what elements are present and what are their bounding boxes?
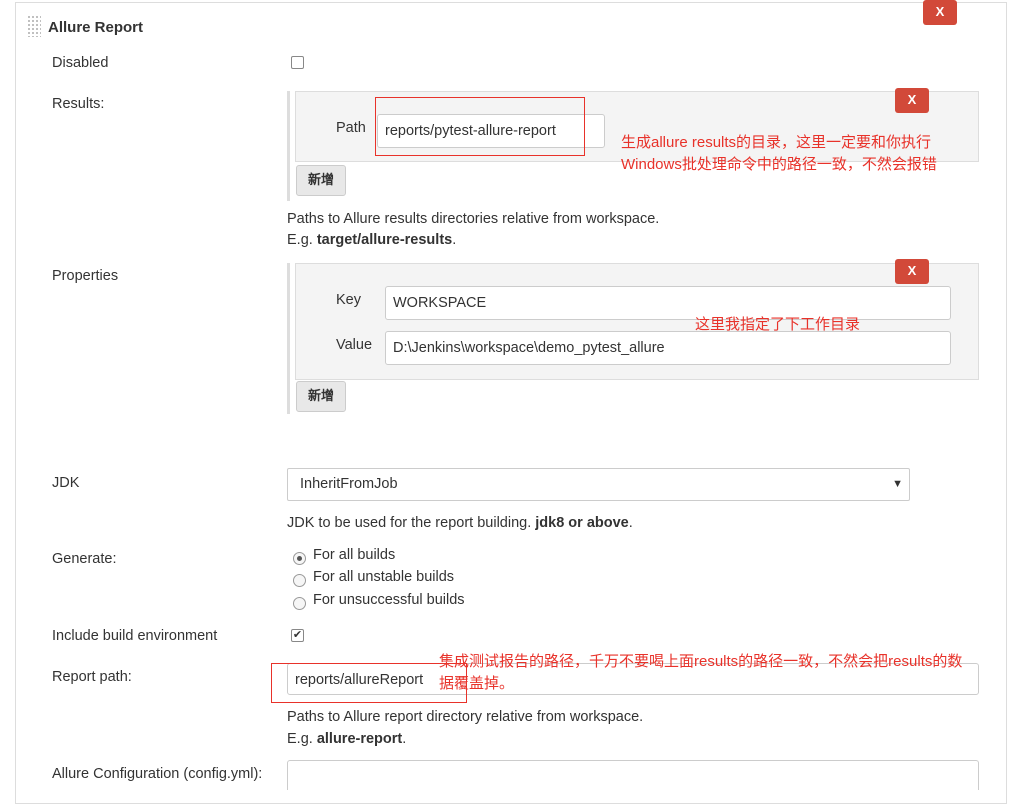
disabled-label: Disabled — [52, 55, 109, 71]
report-path-label: Report path: — [52, 669, 132, 685]
results-label: Results: — [52, 96, 105, 112]
add-property-button[interactable]: 新增 — [296, 381, 346, 412]
delete-section-button[interactable]: X — [923, 0, 957, 25]
properties-label: Properties — [52, 268, 119, 284]
radio-unstable-builds[interactable] — [293, 574, 306, 587]
generate-label: Generate: — [52, 551, 117, 567]
annotation-box-report — [271, 663, 467, 703]
annotation-workspace: 这里我指定了下工作目录 — [695, 316, 861, 333]
annotation-results-line1: 生成allure results的目录，这里一定要和你执行 — [621, 134, 932, 151]
annotation-results-line2: Windows批处理命令中的路径一致，不然会报错 — [621, 156, 937, 173]
disabled-checkbox[interactable] — [291, 56, 304, 69]
property-key-input[interactable]: WORKSPACE — [385, 286, 951, 320]
jdk-select[interactable]: InheritFromJob ▼ — [287, 468, 910, 501]
annotation-report-line2: 据覆盖掉。 — [439, 675, 515, 692]
key-label: Key — [336, 292, 361, 308]
include-env-checkbox[interactable]: ✔ — [291, 629, 304, 642]
include-env-label: Include build environment — [52, 628, 218, 644]
annotation-report-line1: 集成测试报告的路径，千万不要喝上面results的路径一致，不然会把result… — [439, 653, 963, 670]
radio-unstable-builds-label: For all unstable builds — [313, 569, 455, 585]
annotation-box-results — [375, 97, 585, 156]
delete-property-button[interactable]: X — [895, 259, 929, 284]
config-input[interactable] — [287, 760, 979, 790]
properties-block-bar — [287, 263, 290, 414]
config-label: Allure Configuration (config.yml): — [52, 766, 263, 782]
radio-unsuccessful-builds[interactable] — [293, 597, 306, 610]
jdk-selected-value: InheritFromJob — [300, 476, 398, 492]
radio-all-builds[interactable] — [293, 552, 306, 565]
property-value-input[interactable]: D:\Jenkins\workspace\demo_pytest_allure — [385, 331, 951, 365]
report-path-help-text: Paths to Allure report directory relativ… — [287, 709, 644, 725]
jdk-label: JDK — [52, 475, 80, 491]
report-path-help-example: E.g. allure-report. — [287, 731, 407, 747]
section-title: Allure Report — [48, 19, 144, 36]
add-result-path-button[interactable]: 新增 — [296, 165, 346, 196]
results-block-bar — [287, 91, 290, 201]
radio-all-builds-label: For all builds — [313, 547, 396, 563]
delete-result-path-button[interactable]: X — [895, 88, 929, 113]
dropdown-arrow-icon: ▼ — [892, 478, 903, 490]
drag-handle-icon[interactable] — [27, 15, 41, 37]
radio-unsuccessful-builds-label: For unsuccessful builds — [313, 592, 465, 608]
value-label: Value — [336, 337, 373, 353]
jdk-help-text: JDK to be used for the report building. … — [287, 515, 633, 531]
path-label: Path — [336, 120, 366, 136]
results-help-example: E.g. target/allure-results. — [287, 232, 457, 248]
results-help-text: Paths to Allure results directories rela… — [287, 211, 660, 227]
